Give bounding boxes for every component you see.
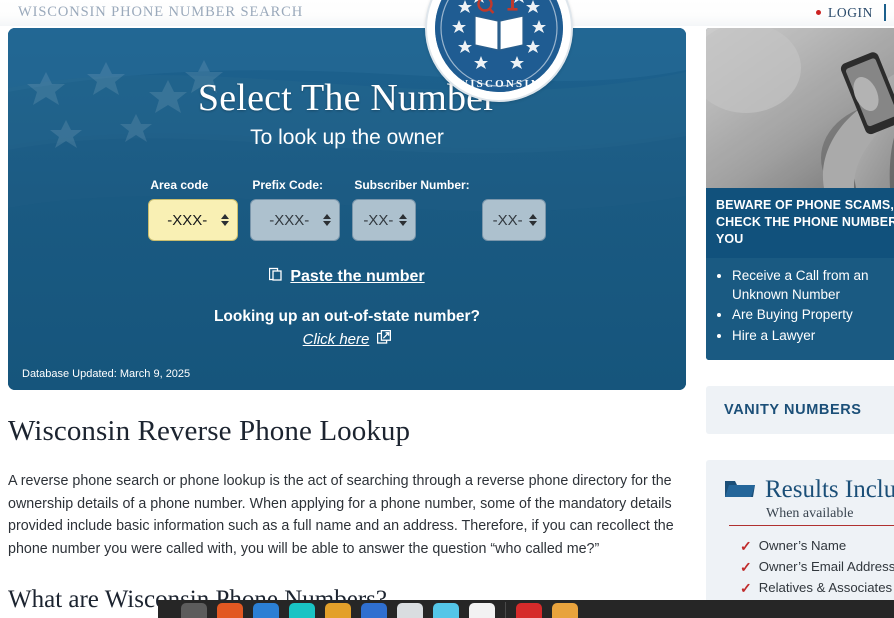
spinner-arrows-icon (323, 214, 332, 226)
hero-subtitle: To look up the owner (250, 126, 444, 149)
seal-state-label: WISCONSIN (457, 78, 541, 90)
field-label-prefix-code: Prefix Code: (252, 178, 323, 192)
dock-activities-label[interactable] (168, 606, 171, 616)
site-brand-title: WISCONSIN PHONE NUMBER SEARCH (18, 4, 304, 20)
hero-search-panel: Select The Number To look up the owner A… (8, 28, 686, 390)
spinner-arrows-icon (399, 214, 408, 226)
person-holding-phone-photo (706, 28, 894, 188)
login-bullet-icon (816, 10, 821, 15)
select-subscriber-part-1[interactable]: -XX- (352, 199, 417, 241)
check-icon: ✓ (740, 537, 752, 554)
dock-icon-firefox[interactable] (216, 603, 243, 618)
field-prefix-code: Prefix Code: -XXX- (250, 178, 341, 241)
dock-icon-terminal-teal[interactable] (288, 603, 315, 618)
folder-icon (724, 476, 756, 505)
clipboard-paste-icon (269, 267, 283, 286)
select-prefix-code-value: -XXX- (269, 211, 310, 229)
vanity-numbers-box[interactable]: VANITY NUMBERS (706, 385, 894, 434)
browser-page: WISCONSIN PHONE NUMBER SEARCH LOGIN WISC… (0, 0, 894, 618)
field-area-code: Area code -XXX- (148, 178, 239, 241)
results-include-box: Results Include When available ✓ Owner’s … (706, 459, 894, 618)
dock-icon-folder[interactable] (324, 603, 351, 618)
results-include-divider (729, 524, 894, 527)
phone-number-form: Area code -XXX- Prefix Code: -XXX- Subsc… (8, 178, 686, 241)
header-edge-marker (884, 4, 886, 21)
check-icon: ✓ (740, 558, 752, 575)
list-item: Receive a Call from an Unknown Number (732, 266, 894, 305)
vanity-numbers-title: VANITY NUMBERS (724, 401, 862, 418)
results-include-subtitle: When available (766, 505, 854, 521)
dock-icon-notes[interactable] (551, 603, 578, 618)
spinner-arrows-icon (221, 214, 230, 226)
login-area[interactable]: LOGIN (816, 4, 886, 21)
list-item: Hire a Lawyer (732, 326, 894, 345)
database-updated-label: Database Updated: March 9, 2025 (22, 368, 191, 380)
list-item: ✓ Relatives & Associates (740, 580, 894, 595)
dock-icon-recorder[interactable] (515, 603, 542, 618)
field-label-subscriber-number: Subscriber Number: (354, 178, 470, 192)
dock-icon-files[interactable] (180, 603, 207, 618)
select-subscriber-part-2[interactable]: -XX- (481, 199, 546, 241)
out-of-state-click-here-link[interactable]: Click here (303, 331, 370, 348)
hero-title: Select The Number (197, 77, 497, 119)
results-include-header: Results Include (724, 476, 894, 505)
dock-icon-media[interactable] (432, 603, 459, 618)
select-area-code-value: -XXX- (167, 211, 208, 229)
paste-the-number-link[interactable]: Paste the number (290, 268, 424, 286)
select-subscriber-part-2-value: -XX- (492, 211, 523, 229)
article-content: Wisconsin Reverse Phone Lookup A reverse… (8, 415, 680, 614)
dock-icon-browser[interactable] (468, 603, 495, 618)
external-link-icon (377, 329, 392, 349)
scam-warning-banner: BEWARE OF PHONE SCAMS, CHECK THE PHONE N… (706, 188, 894, 258)
select-prefix-code[interactable]: -XXX- (250, 199, 341, 241)
list-item: Are Buying Property (732, 305, 894, 324)
dock-icon-window[interactable] (360, 603, 387, 618)
sidebar: BEWARE OF PHONE SCAMS, CHECK THE PHONE N… (706, 28, 894, 618)
spinner-arrows-icon (528, 214, 537, 226)
list-item-label: Owner’s Email Addresses (758, 559, 894, 575)
list-item: ✓ Owner’s Email Addresses (740, 559, 894, 574)
results-include-title: Results Include (765, 476, 894, 504)
paste-number-row[interactable]: Paste the number (8, 267, 686, 286)
dock-icon-code-editor[interactable] (252, 603, 279, 618)
out-of-state-row[interactable]: Click here (8, 329, 686, 349)
scam-warning-bullet-list: Receive a Call from an Unknown Number Ar… (706, 257, 894, 360)
select-subscriber-part-1-value: -XX- (363, 211, 394, 229)
state-seal-badge-icon[interactable]: WISCONSIN (425, 0, 573, 102)
article-heading: Wisconsin Reverse Phone Lookup (8, 415, 411, 447)
field-label-area-code: Area code (150, 178, 209, 192)
field-subscriber-number-1: Subscriber Number: -XX- (352, 178, 470, 241)
out-of-state-question: Looking up an out-of-state number? (213, 308, 481, 325)
list-item: ✓ Owner’s Name (740, 538, 894, 553)
login-link[interactable]: LOGIN (828, 5, 873, 21)
check-icon: ✓ (740, 579, 752, 596)
scam-warning-promo[interactable]: BEWARE OF PHONE SCAMS, CHECK THE PHONE N… (706, 28, 894, 360)
select-area-code[interactable]: -XXX- (148, 199, 239, 241)
dock-icon-document[interactable] (396, 603, 423, 618)
article-paragraph: A reverse phone search or phone lookup i… (8, 473, 674, 557)
os-taskbar[interactable] (158, 600, 894, 618)
dock-separator (504, 602, 506, 618)
list-item-label: Owner’s Name (758, 538, 847, 554)
hero-content: Select The Number To look up the owner A… (8, 76, 686, 349)
list-item-label: Relatives & Associates (758, 580, 893, 596)
field-subscriber-number-2: -XX- (481, 192, 546, 241)
